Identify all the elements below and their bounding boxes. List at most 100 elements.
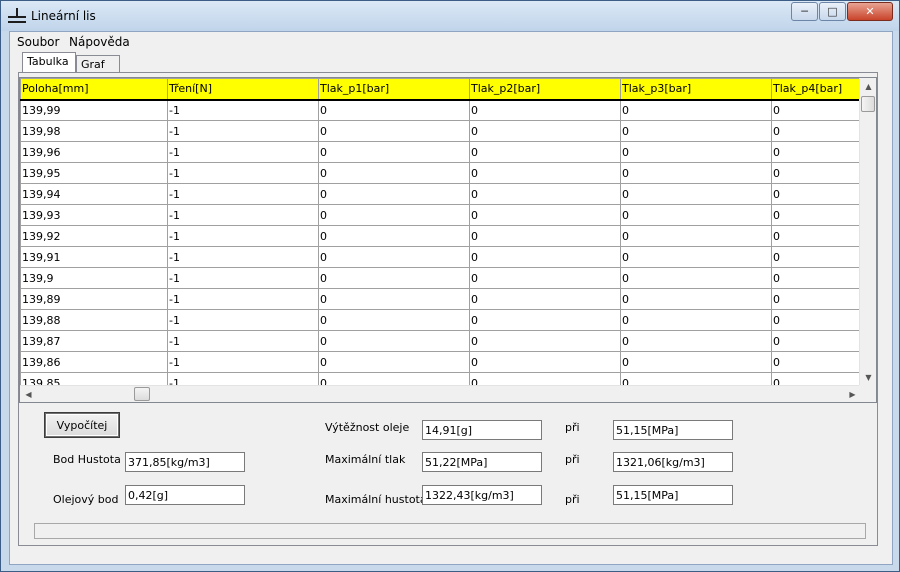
table-row[interactable]: 139,92 -1 0 0 0 0 [20,225,864,247]
table-cell[interactable]: 0 [771,120,864,142]
table-cell[interactable]: 139,93 [20,204,168,226]
table-cell[interactable]: 139,94 [20,183,168,205]
table-cell[interactable]: 139,9 [20,267,168,289]
table-cell[interactable]: 0 [469,99,621,121]
minimize-button[interactable]: ─ [791,2,818,21]
table-cell[interactable]: 0 [318,267,470,289]
table-cell[interactable]: 0 [318,183,470,205]
column-header[interactable]: Poloha[mm] [20,78,168,101]
maximize-button[interactable]: □ [819,2,846,21]
table-cell[interactable]: 139,91 [20,246,168,268]
column-header[interactable]: Tlak_p2[bar] [469,78,621,101]
table-cell[interactable]: 0 [318,141,470,163]
table-row[interactable]: 139,88 -1 0 0 0 0 [20,309,864,331]
max-hustota-field[interactable]: 1322,43[kg/m3] [422,485,542,505]
table-cell[interactable]: 0 [620,183,772,205]
table-cell[interactable]: 0 [771,246,864,268]
data-grid[interactable]: Poloha[mm] Tření[N] Tlak_p1[bar] Tlak_p2[ba… [19,77,877,403]
column-header[interactable]: Tlak_p4[bar] [771,78,864,101]
table-cell[interactable]: 0 [469,120,621,142]
column-header[interactable]: Tlak_p1[bar] [318,78,470,101]
table-row[interactable]: 139,98 -1 0 0 0 0 [20,120,864,142]
table-cell[interactable]: 0 [771,267,864,289]
table-cell[interactable]: 0 [771,162,864,184]
table-cell[interactable]: -1 [167,225,319,247]
table-cell[interactable]: 0 [620,225,772,247]
table-row[interactable]: 139,94 -1 0 0 0 0 [20,183,864,205]
table-cell[interactable]: 0 [318,120,470,142]
table-cell[interactable]: 0 [771,99,864,121]
table-cell[interactable]: -1 [167,246,319,268]
table-cell[interactable]: 0 [469,351,621,373]
table-cell[interactable]: 0 [469,246,621,268]
table-cell[interactable]: -1 [167,120,319,142]
table-cell[interactable]: 0 [318,99,470,121]
table-row[interactable]: 139,95 -1 0 0 0 0 [20,162,864,184]
table-cell[interactable]: 139,99 [20,99,168,121]
table-cell[interactable]: 139,96 [20,141,168,163]
title-bar[interactable]: Lineární lis ─ □ ✕ [1,1,899,31]
table-cell[interactable]: -1 [167,162,319,184]
table-cell[interactable]: 139,87 [20,330,168,352]
table-row[interactable]: 139,99 -1 0 0 0 0 [20,99,864,121]
table-cell[interactable]: -1 [167,267,319,289]
close-button[interactable]: ✕ [847,2,893,21]
column-header[interactable]: Tření[N] [167,78,319,101]
table-cell[interactable]: 0 [469,225,621,247]
table-row[interactable]: 139,96 -1 0 0 0 0 [20,141,864,163]
table-cell[interactable]: 0 [318,204,470,226]
table-cell[interactable]: -1 [167,330,319,352]
table-cell[interactable]: 0 [469,204,621,226]
table-cell[interactable]: 0 [318,246,470,268]
table-row[interactable]: 139,93 -1 0 0 0 0 [20,204,864,226]
scroll-left-icon[interactable]: ◀ [20,386,37,402]
table-cell[interactable]: 0 [771,330,864,352]
table-cell[interactable]: 0 [771,309,864,331]
table-cell[interactable]: 0 [620,204,772,226]
table-cell[interactable]: 0 [469,267,621,289]
table-cell[interactable]: 0 [469,330,621,352]
menu-help[interactable]: Nápověda [69,35,130,49]
table-row[interactable]: 139,87 -1 0 0 0 0 [20,330,864,352]
vertical-scroll-thumb[interactable] [861,96,875,112]
table-cell[interactable]: 0 [620,246,772,268]
table-row[interactable]: 139,89 -1 0 0 0 0 [20,288,864,310]
table-cell[interactable]: -1 [167,204,319,226]
table-cell[interactable]: 0 [620,309,772,331]
tab-graf[interactable]: Graf [76,55,120,72]
table-cell[interactable]: 0 [318,330,470,352]
scroll-up-icon[interactable]: ▲ [860,78,876,95]
table-cell[interactable]: 139,95 [20,162,168,184]
table-cell[interactable]: 0 [771,288,864,310]
table-cell[interactable]: 139,89 [20,288,168,310]
table-row[interactable]: 139,91 -1 0 0 0 0 [20,246,864,268]
table-cell[interactable]: 0 [469,141,621,163]
table-cell[interactable]: 0 [469,288,621,310]
table-cell[interactable]: -1 [167,99,319,121]
table-cell[interactable]: 139,86 [20,351,168,373]
table-cell[interactable]: 0 [771,204,864,226]
table-cell[interactable]: 0 [318,351,470,373]
vyteznost-field[interactable]: 14,91[g] [422,420,542,440]
table-cell[interactable]: -1 [167,288,319,310]
table-cell[interactable]: -1 [167,141,319,163]
table-cell[interactable]: 139,92 [20,225,168,247]
table-cell[interactable]: 0 [620,99,772,121]
table-cell[interactable]: -1 [167,183,319,205]
table-cell[interactable]: 0 [318,309,470,331]
olejovy-bod-field[interactable]: 0,42[g] [125,485,245,505]
table-cell[interactable]: 0 [318,288,470,310]
menu-file[interactable]: Soubor [17,35,59,49]
table-cell[interactable]: -1 [167,351,319,373]
scroll-down-icon[interactable]: ▼ [860,369,876,386]
table-cell[interactable]: 0 [620,141,772,163]
table-cell[interactable]: 0 [620,288,772,310]
table-cell[interactable]: 0 [469,309,621,331]
table-row[interactable]: 139,86 -1 0 0 0 0 [20,351,864,373]
table-cell[interactable]: 0 [771,183,864,205]
table-cell[interactable]: 0 [620,330,772,352]
calculate-button[interactable]: Vypočítej [44,412,120,438]
table-cell[interactable]: 0 [771,351,864,373]
max-tlak-field[interactable]: 51,22[MPa] [422,452,542,472]
table-cell[interactable]: 139,88 [20,309,168,331]
